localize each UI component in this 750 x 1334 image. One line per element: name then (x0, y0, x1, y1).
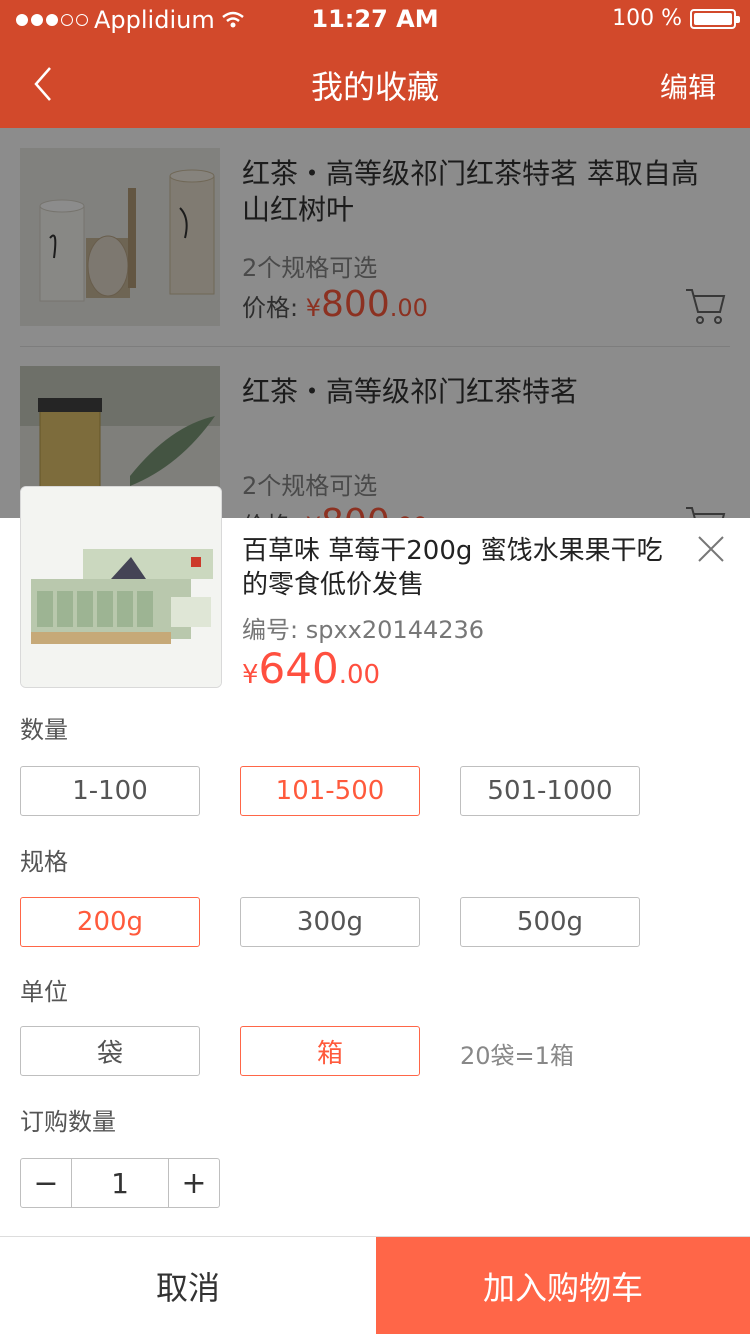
unit-option-selected[interactable]: 箱 (240, 1026, 420, 1076)
unit-option[interactable]: 袋 (20, 1026, 200, 1076)
quantity-stepper: − 1 + (20, 1158, 220, 1208)
unit-label: 单位 (20, 978, 68, 1006)
product-price: ¥640.00 (242, 644, 381, 693)
page-title: 我的收藏 (310, 68, 439, 106)
product-code: 编号: spxx20144236 (242, 616, 485, 644)
status-bar: Applidium 11:27 AM 100 % (0, 0, 750, 40)
product-name: 百草味 草莓干200g 蜜饯水果果干吃的零食低价发售 (242, 536, 663, 600)
product-options-sheet: 百草味 草莓干200g 蜜饯水果果干吃的零食低价发售 编号: spxx20144… (0, 486, 750, 1334)
increment-button[interactable]: + (169, 1159, 219, 1207)
quantity-range-label: 数量 (20, 716, 68, 744)
order-quantity-label: 订购数量 (20, 1108, 116, 1136)
modal-backdrop[interactable] (0, 128, 750, 518)
action-bar: 取消 加入购物车 (0, 1236, 750, 1334)
battery-percent: 100 % (612, 6, 682, 31)
decrement-button[interactable]: − (21, 1159, 71, 1207)
cancel-button[interactable]: 取消 (0, 1237, 376, 1334)
unit-conversion-note: 20袋=1箱 (460, 1042, 574, 1070)
spec-option[interactable]: 500g (460, 897, 640, 947)
edit-button[interactable]: 编辑 (660, 66, 716, 106)
battery-info: 100 % (612, 6, 740, 31)
spec-label: 规格 (20, 848, 68, 876)
quantity-option-selected[interactable]: 101-500 (240, 766, 420, 816)
nav-bar: 我的收藏 编辑 (0, 40, 750, 128)
quantity-option[interactable]: 501-1000 (460, 766, 640, 816)
spec-option-selected[interactable]: 200g (20, 897, 200, 947)
close-icon[interactable] (696, 534, 726, 564)
quantity-option[interactable]: 1-100 (20, 766, 200, 816)
quantity-input[interactable]: 1 (71, 1159, 169, 1207)
product-image (20, 486, 222, 688)
add-to-cart-button[interactable]: 加入购物车 (376, 1237, 750, 1334)
spec-option[interactable]: 300g (240, 897, 420, 947)
battery-icon (690, 8, 740, 29)
